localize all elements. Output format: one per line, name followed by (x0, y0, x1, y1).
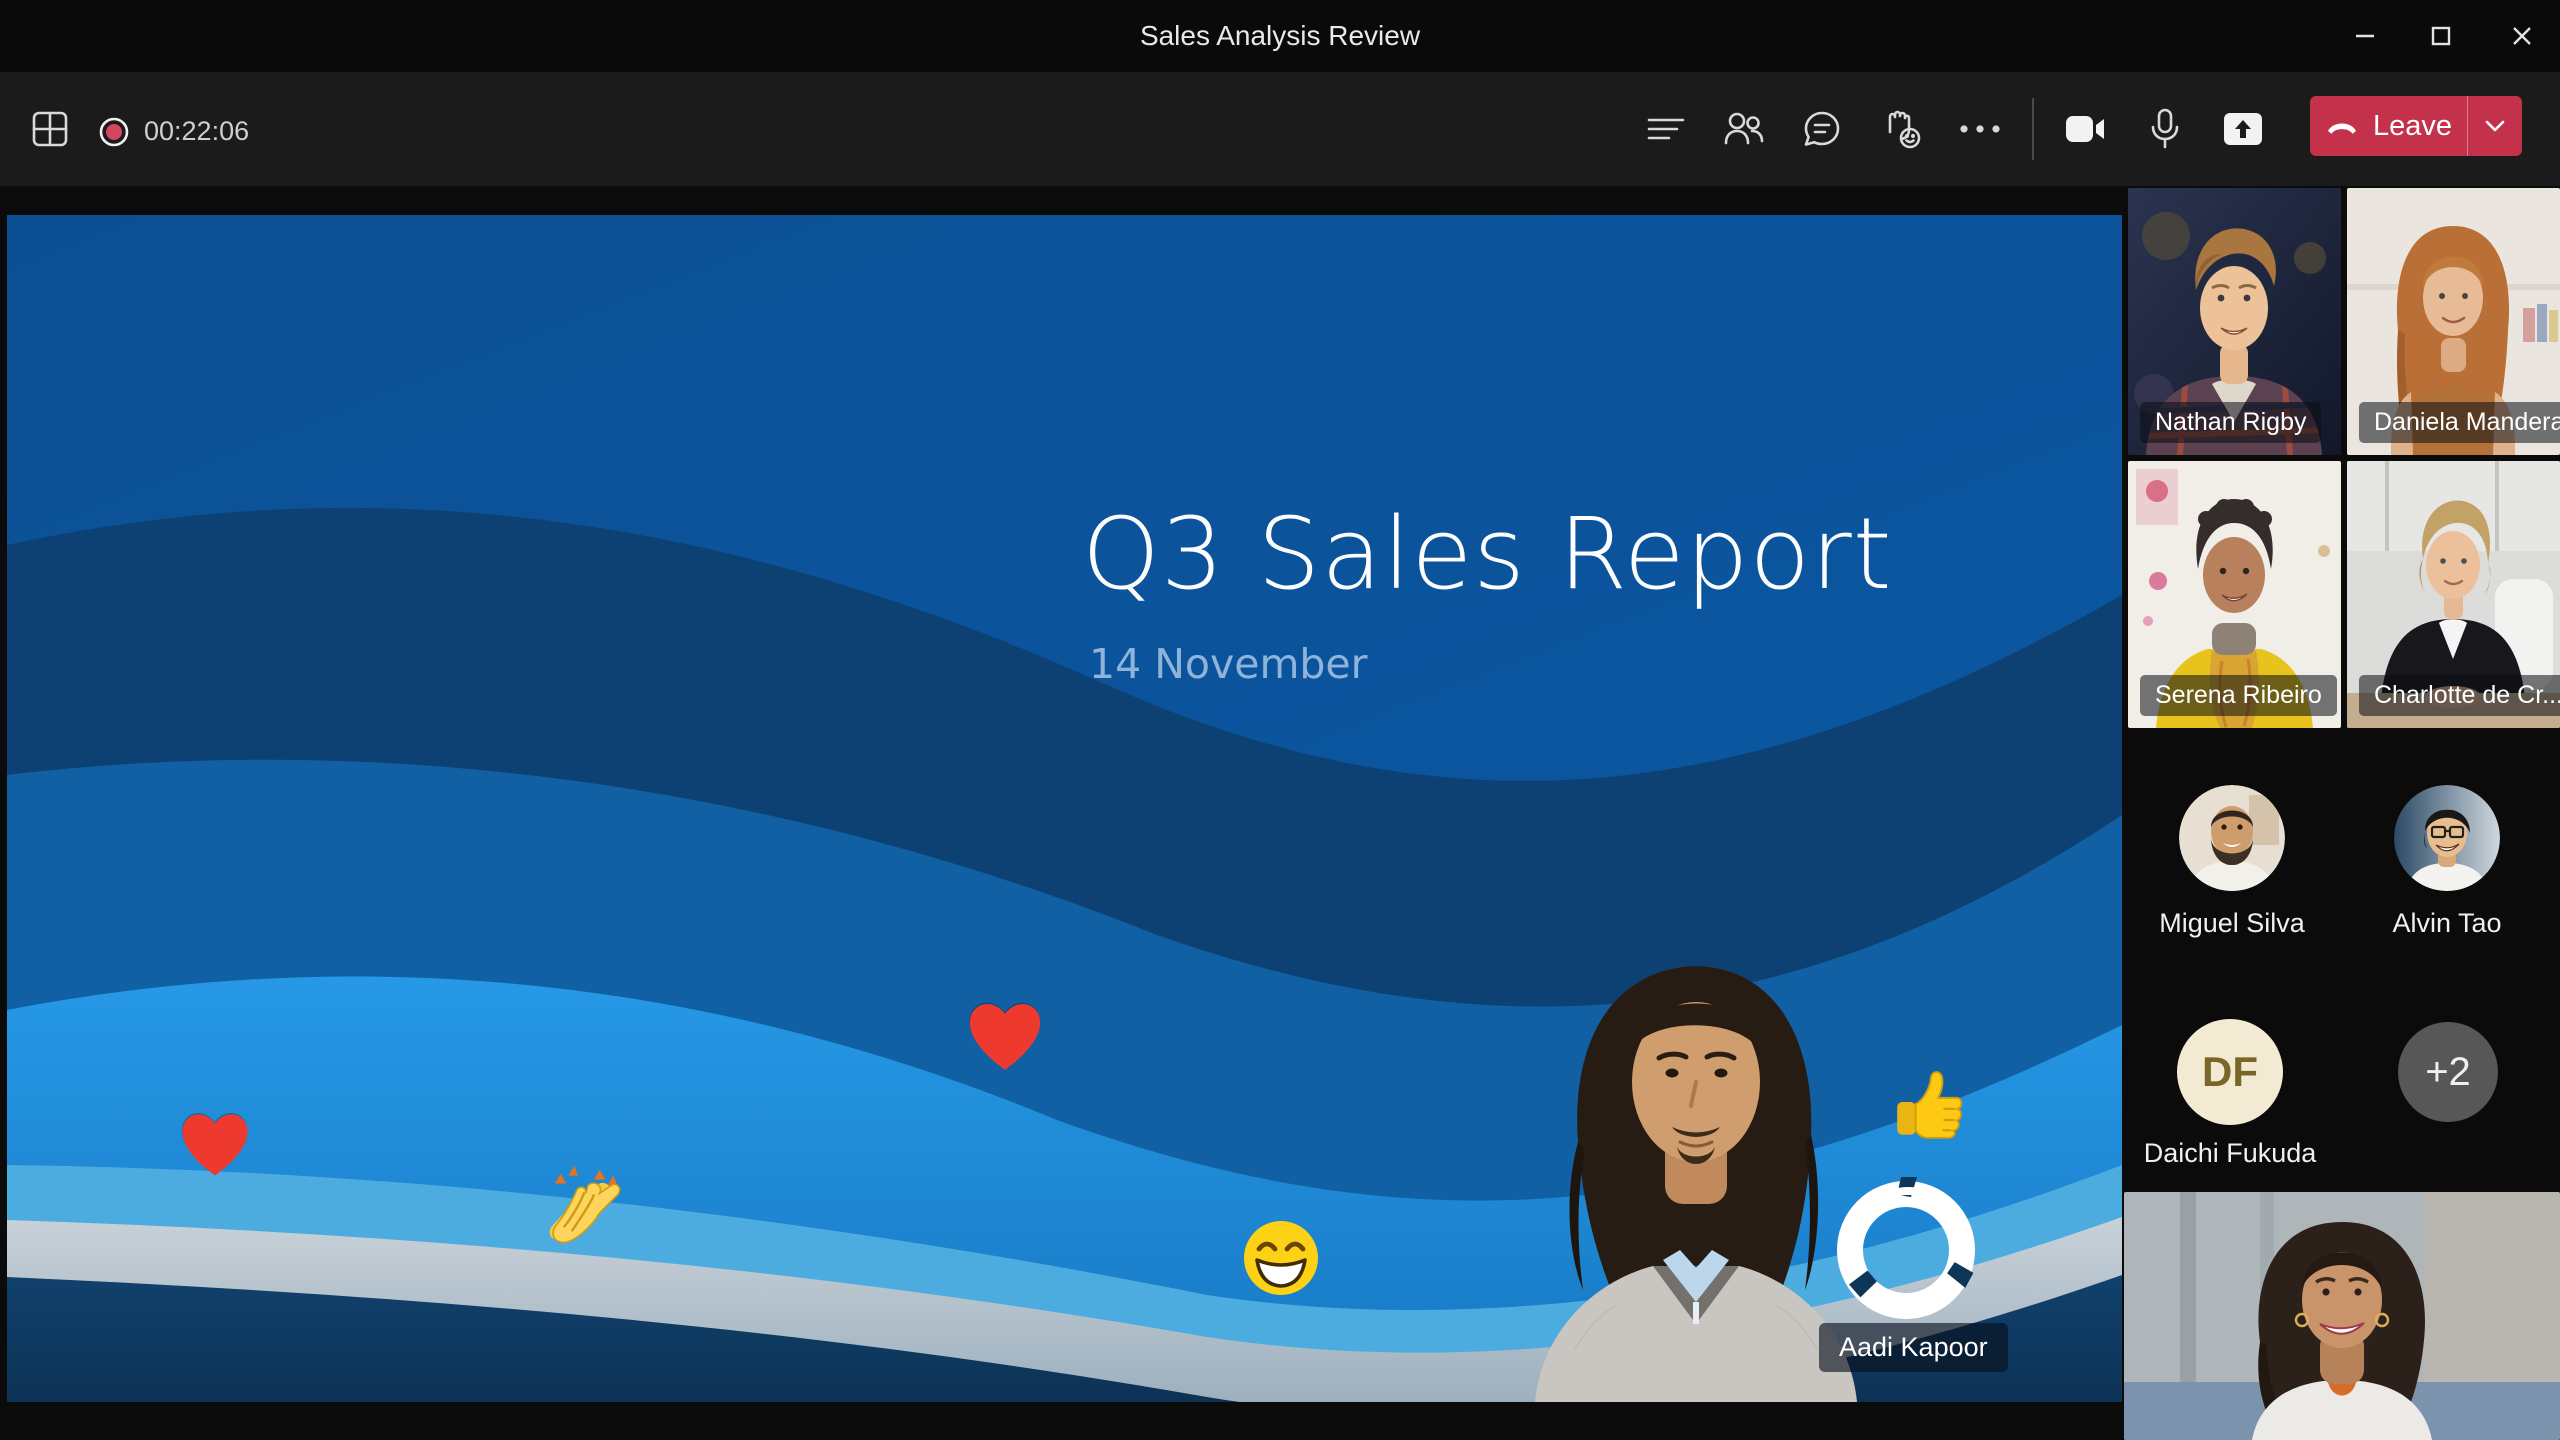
maximize-icon (2431, 26, 2451, 46)
avatar-photo (2394, 785, 2500, 891)
minimize-button[interactable] (2332, 0, 2398, 72)
slide-title: Q3 Sales Report (1082, 497, 1893, 612)
recording-indicator (96, 114, 132, 155)
video-tile-nathan[interactable]: Nathan Rigby (2128, 188, 2341, 455)
record-icon (99, 117, 129, 147)
more-options-button[interactable] (1952, 100, 2008, 158)
slide-date: 14 November (1089, 640, 1368, 688)
grinning-face-reaction-icon (1244, 1221, 1318, 1295)
camera-button[interactable] (2058, 100, 2114, 158)
teams-meeting-window: Sales Analysis Review 00:22:06 Leave Q3 … (0, 0, 2560, 1440)
minimize-icon (2356, 34, 2374, 38)
notes-button[interactable] (1638, 100, 1694, 158)
presenter-name-label: Aadi Kapoor (1819, 1323, 2008, 1372)
reactions-icon (1888, 110, 1921, 149)
share-screen-icon (2224, 113, 2262, 145)
heart-reaction-icon (181, 1113, 248, 1176)
leave-main[interactable]: Leave (2310, 96, 2467, 156)
title-bar: Sales Analysis Review (0, 0, 2560, 72)
window-title: Sales Analysis Review (1139, 20, 1421, 51)
shared-presentation-slide[interactable]: Q3 Sales Report 14 November Aadi Kapoor (7, 215, 2122, 1402)
chat-icon (1804, 111, 1840, 146)
avatar-initials: DF (2202, 1048, 2258, 1095)
toolbar-divider (2032, 98, 2034, 160)
microphone-icon (2151, 108, 2179, 149)
maximize-button[interactable] (2408, 0, 2474, 72)
people-button[interactable] (1716, 100, 1772, 158)
participant-name-label: Nathan Rigby (2140, 402, 2322, 443)
participant-name-label: Serena Ribeiro (2140, 675, 2337, 716)
avatar-miguel[interactable] (2179, 785, 2285, 891)
self-video-tile[interactable] (2124, 1192, 2560, 1440)
meeting-toolbar: 00:22:06 Leave (0, 72, 2560, 186)
company-logo (1837, 1177, 1975, 1319)
avatar-name-label: Alvin Tao (2392, 908, 2502, 938)
overflow-participants-badge[interactable]: +2 (2398, 1022, 2498, 1122)
notes-icon (1647, 118, 1685, 140)
clap-reaction-icon (549, 1165, 621, 1244)
chevron-down-icon (2485, 120, 2505, 132)
leave-options-button[interactable] (2468, 96, 2522, 156)
share-screen-button[interactable] (2215, 100, 2271, 158)
leave-button[interactable]: Leave (2310, 96, 2522, 156)
video-tile-charlotte[interactable]: Charlotte de Cr... (2347, 461, 2560, 728)
video-tile-serena[interactable]: Serena Ribeiro (2128, 461, 2341, 728)
participant-name-label: Charlotte de Cr... (2359, 675, 2560, 716)
avatar-initials-daichi[interactable]: DF (2177, 1019, 2283, 1125)
leave-label: Leave (2372, 109, 2452, 142)
people-icon (1724, 112, 1764, 145)
avatar-photo (2179, 785, 2285, 891)
participant-name-label: Daniela Mandera (2359, 402, 2560, 443)
grid-view-icon (32, 111, 68, 147)
close-icon (2513, 27, 2531, 45)
close-button[interactable] (2489, 0, 2555, 72)
hang-up-icon (2327, 123, 2356, 134)
reactions-button[interactable] (1873, 100, 1929, 158)
self-video (2124, 1192, 2560, 1440)
chat-button[interactable] (1794, 100, 1850, 158)
overflow-count: +2 (2425, 1049, 2471, 1094)
avatar-alvin[interactable] (2394, 785, 2500, 891)
camera-icon (2066, 116, 2104, 142)
avatar-name-label: Daichi Fukuda (2143, 1138, 2317, 1168)
change-view-button[interactable] (22, 100, 78, 158)
more-icon (1960, 125, 2000, 133)
avatar-name-label: Miguel Silva (2159, 908, 2305, 938)
microphone-button[interactable] (2137, 100, 2193, 158)
recording-timer: 00:22:06 (144, 116, 250, 146)
heart-reaction-icon (969, 1002, 1041, 1070)
video-tile-daniela[interactable]: Daniela Mandera (2347, 188, 2560, 455)
